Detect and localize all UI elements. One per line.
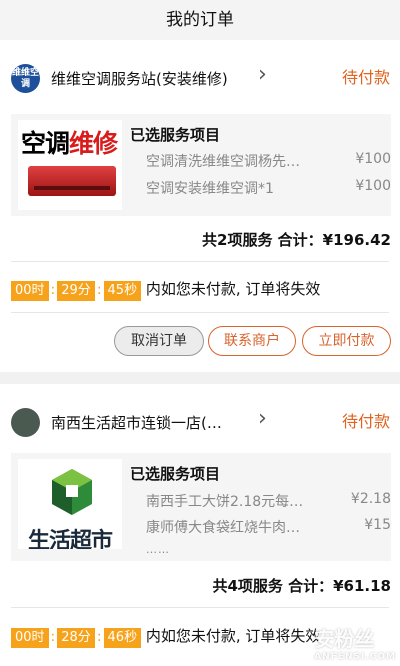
shop-header[interactable]: 南西生活超市连锁一店(… › 待付款 [0,384,400,454]
countdown-message: 内如您未付款, 订单将失效 [145,627,321,645]
shop-avatar [11,408,40,437]
service-items[interactable]: 空调维修 已选服务项目 空调清洗维维空调杨先… ¥100 空调安装维维空调*1 … [11,114,391,216]
section-title: 已选服务项目 [130,126,221,144]
contact-merchant-button[interactable]: 联系商户 [208,326,296,356]
service-items[interactable]: 生活超市 已选服务项目 南西手工大饼2.18元每… ¥2.18 康师傅大食袋红烧… [11,453,391,561]
item-price: ¥100 [355,151,391,167]
chevron-right-icon[interactable]: › [258,62,267,87]
order-status: 待付款 [341,68,390,87]
order-summary: 共2项服务 合计：¥196.42 [202,231,391,249]
shop-name[interactable]: 维维空调服务站(安装维修) [51,68,228,89]
cancel-order-button[interactable]: 取消订单 [114,326,204,356]
item-name: 空调安装维维空调*1 [146,181,274,197]
order-summary: 共4项服务 合计：¥61.18 [212,577,391,595]
watermark-sub: ANFENSI.COM [314,652,396,662]
shop-name[interactable]: 南西生活超市连锁一店(… [51,412,222,433]
item-name: 空调清洗维维空调杨先… [146,154,300,170]
countdown: 00时:29分:45秒 内如您未付款, 订单将失效 [11,278,320,301]
item-price: ¥15 [364,517,391,533]
countdown: 00时:28分:46秒 内如您未付款, 订单将失效 [11,625,320,648]
thumb-text-red: 维修 [69,129,118,158]
item-price: ¥100 [355,178,391,194]
shop-header[interactable]: 维维空调 维维空调服务站(安装维修) › 待付款 [0,40,400,110]
air-conditioner-image [28,166,116,196]
product-thumbnail: 空调维修 [18,120,122,210]
countdown-hours: 00时 [11,628,49,648]
product-thumbnail: 生活超市 [18,459,122,549]
watermark: 安粉丝 ANFENSI.COM [314,623,396,662]
item-name: 康师傅大食袋红烧牛肉… [146,520,300,536]
divider [11,312,389,313]
thumb-text-black: 空调 [21,129,70,158]
item-name: 南西手工大饼2.18元每… [146,494,304,510]
supermarket-logo-icon [52,469,92,515]
item-price: ¥2.18 [350,491,391,507]
order-card: 维维空调 维维空调服务站(安装维修) › 待付款 空调维修 已选服务项目 空调清… [0,40,400,372]
countdown-seconds: 46秒 [103,628,142,648]
countdown-seconds: 45秒 [103,281,142,301]
divider [11,607,389,608]
pay-now-button[interactable]: 立即付款 [302,326,391,356]
nav-bar: 我的订单 [0,0,400,40]
order-status: 待付款 [341,412,390,431]
chevron-right-icon[interactable]: › [258,406,267,431]
countdown-minutes: 29分 [57,281,95,301]
countdown-message: 内如您未付款, 订单将失效 [145,280,321,298]
divider [11,261,389,262]
page-title: 我的订单 [166,10,234,30]
watermark-main: 安粉丝 [314,627,375,651]
shop-logo: 维维空调 [11,64,40,93]
section-title: 已选服务项目 [130,465,221,483]
more-items: …… [146,543,170,556]
thumb-text: 生活超市 [27,529,113,549]
countdown-minutes: 28分 [57,628,95,648]
countdown-hours: 00时 [11,281,49,301]
